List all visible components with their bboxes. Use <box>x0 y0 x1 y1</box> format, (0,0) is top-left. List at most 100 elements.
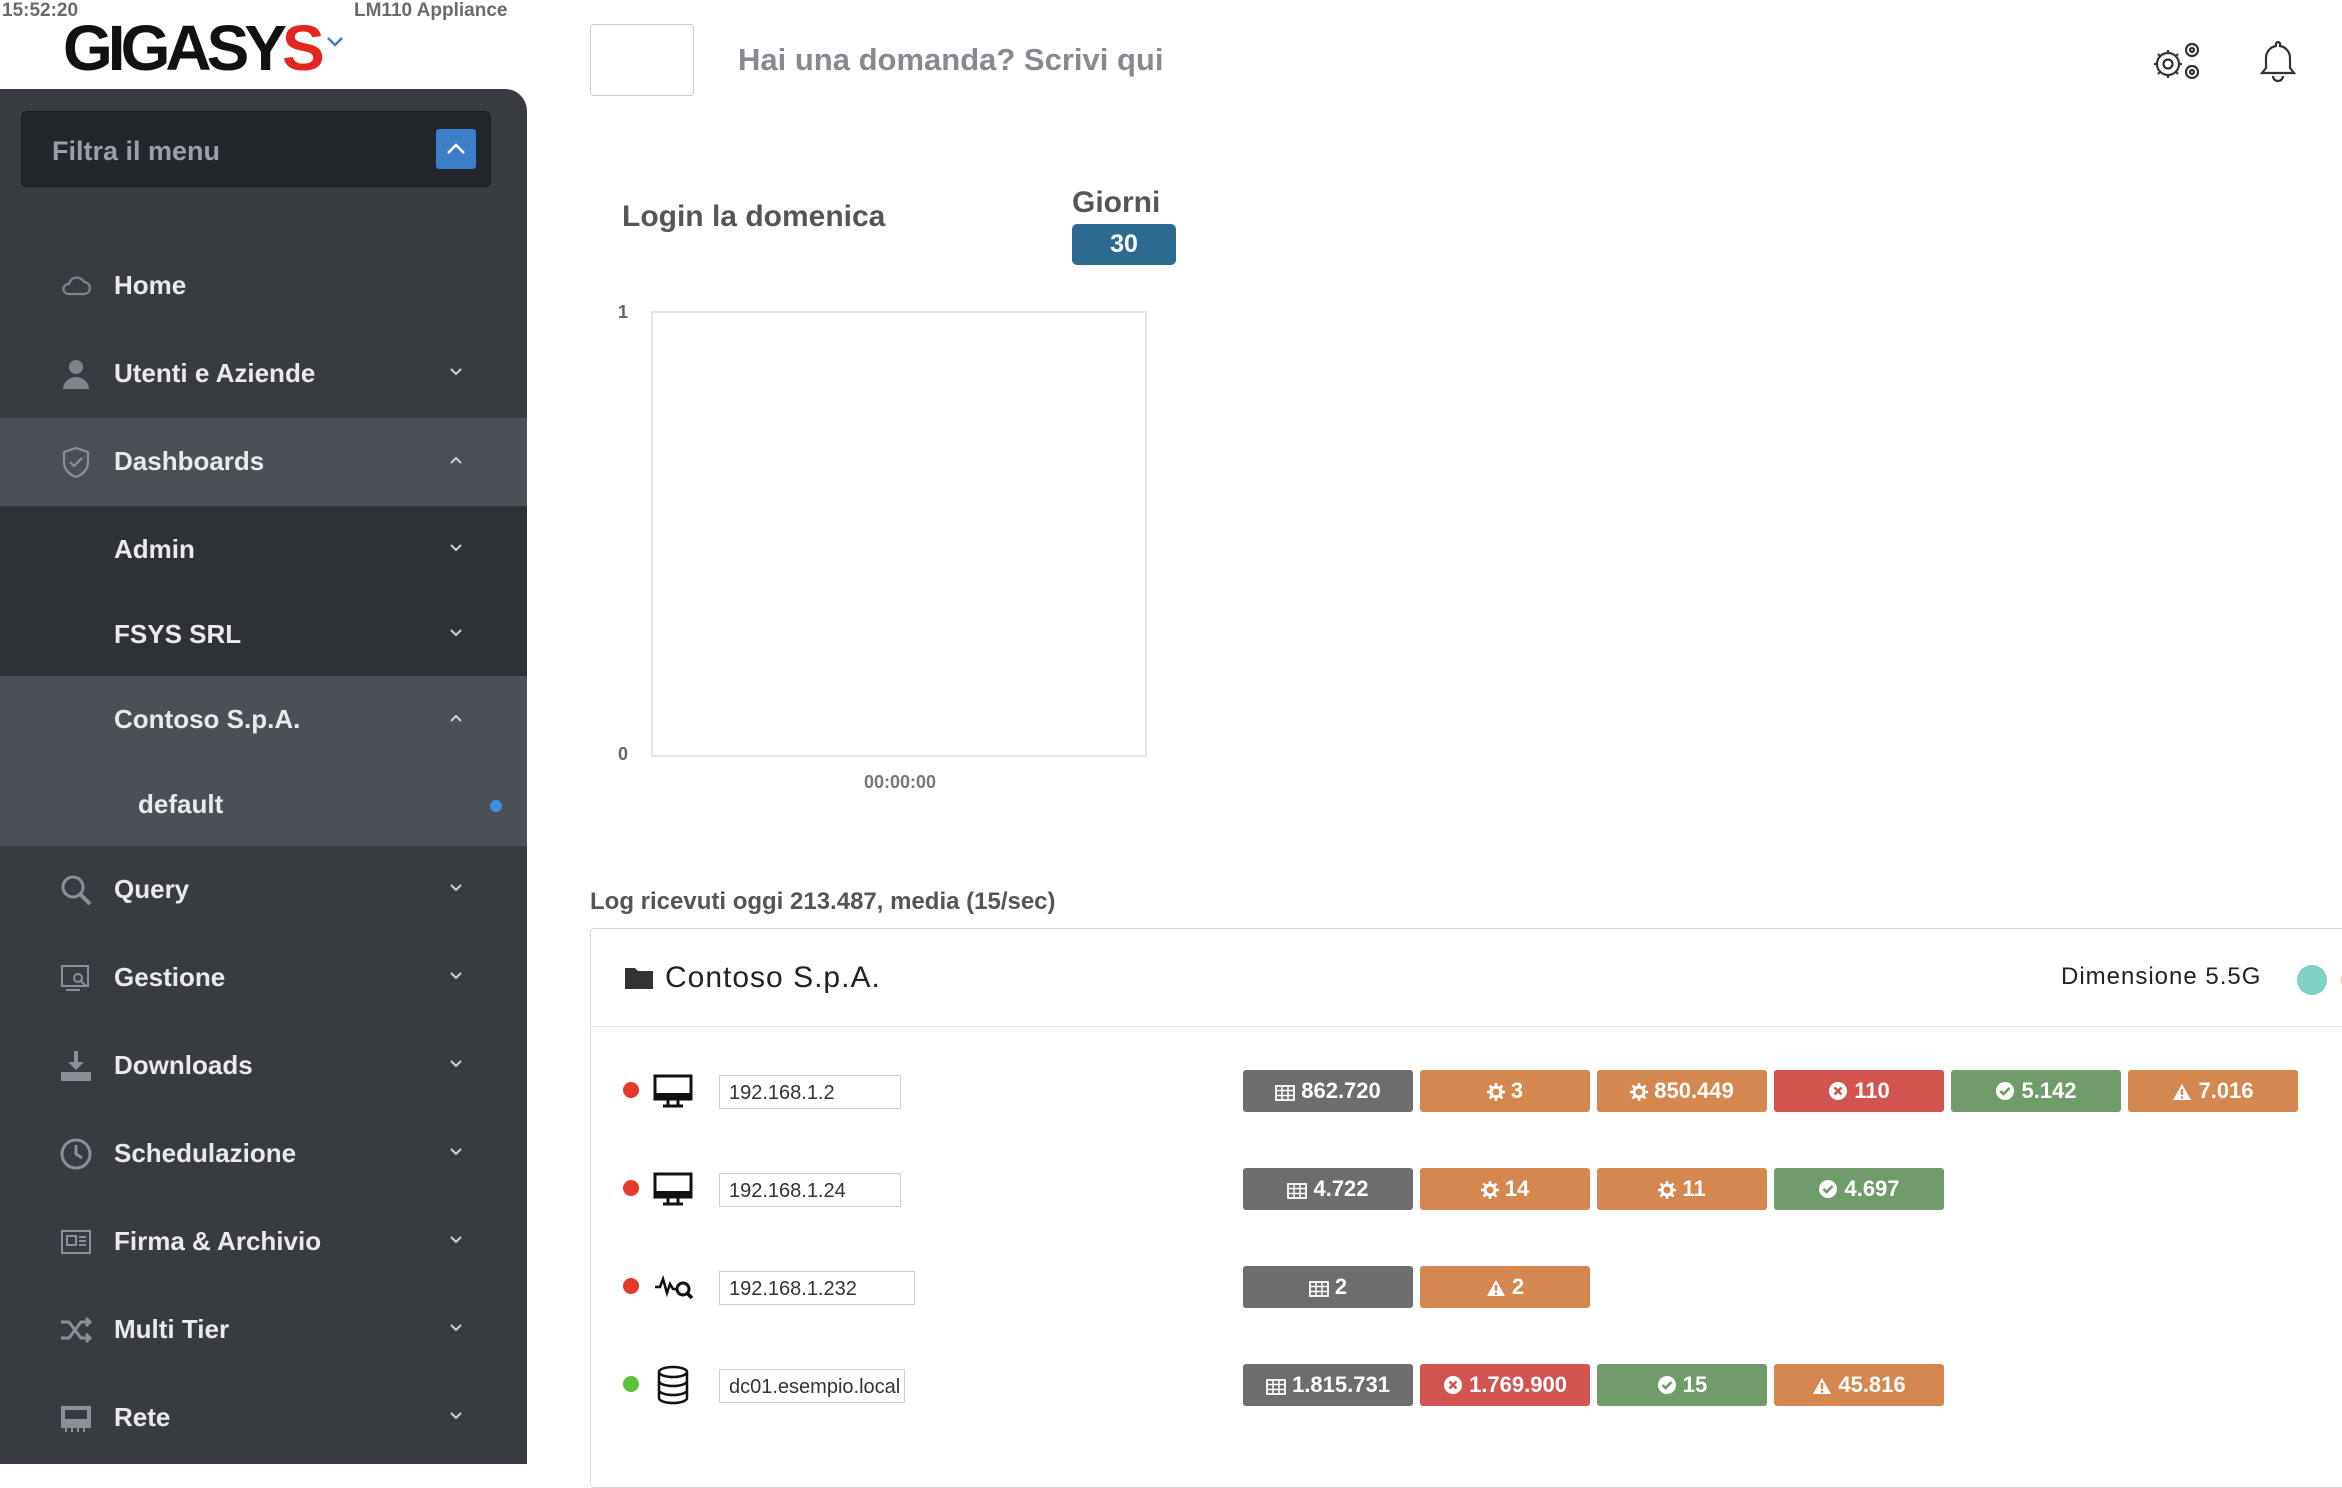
warning-icon <box>2172 1078 2198 1103</box>
y-tick-label: 1 <box>618 302 628 322</box>
log-count-badge[interactable]: 5.142 <box>1951 1070 2121 1112</box>
y-tick-label: 0 <box>618 744 628 764</box>
x-tick-label: 00:00:00 <box>864 772 936 792</box>
host-name-field[interactable]: 192.168.1.232 <box>719 1271 915 1305</box>
badge-value: 862.720 <box>1301 1078 1381 1103</box>
warning-icon <box>1812 1372 1838 1397</box>
host-name-field[interactable]: dc01.esempio.local <box>719 1369 905 1403</box>
sidebar-item-label: default <box>138 789 224 819</box>
company-log-panel: Contoso S.p.A. Dimensione 5.5G 192.168.1… <box>590 928 2342 1488</box>
sidebar-item-rete[interactable]: Rete <box>0 1374 527 1462</box>
desktop-icon <box>653 1071 693 1111</box>
badge-value: 1.769.900 <box>1469 1372 1567 1397</box>
sidebar-item-gestione[interactable]: Gestione <box>0 934 527 1022</box>
help-search-prompt[interactable]: Hai una domanda? Scrivi qui <box>738 42 1163 78</box>
sidebar-item-fsys[interactable]: FSYS SRL <box>0 591 527 676</box>
gear-cluster-icon[interactable] <box>2148 38 2206 84</box>
host-row[interactable]: 192.168.1.232 2 2 <box>591 1263 2342 1323</box>
host-row[interactable]: 192.168.1.24 4.722 14 11 4.697 <box>591 1165 2342 1225</box>
log-count-badge[interactable]: 2 <box>1420 1266 1590 1308</box>
log-summary: Log ricevuti oggi 213.487, media (15/sec… <box>590 888 1056 915</box>
sidebar-item-query[interactable]: Query <box>0 846 527 934</box>
host-row[interactable]: 192.168.1.2 862.720 3 850.449 110 5.142 7.016 <box>591 1067 2342 1127</box>
table-icon <box>1266 1372 1292 1397</box>
chevron-down-icon <box>450 884 462 892</box>
chevron-up-icon <box>450 456 462 464</box>
wave-search-icon <box>653 1267 694 1307</box>
bell-icon[interactable] <box>2256 38 2300 84</box>
plot-area <box>651 311 1147 757</box>
sidebar-item-label: Schedulazione <box>114 1138 297 1168</box>
cloud-icon <box>62 276 92 296</box>
log-count-badge[interactable]: 1.815.731 <box>1243 1364 1413 1406</box>
badge-value: 15 <box>1682 1372 1708 1397</box>
sidebar-item-label: Home <box>114 270 187 300</box>
log-count-badge[interactable]: 45.816 <box>1774 1364 1944 1406</box>
chevron-down-icon[interactable] <box>326 36 344 48</box>
log-count-badge[interactable]: 1.769.900 <box>1420 1364 1590 1406</box>
check-circle-icon <box>1657 1372 1683 1397</box>
active-indicator <box>490 800 502 812</box>
database-icon <box>653 1365 693 1405</box>
sidebar-item-contoso[interactable]: Contoso S.p.A. <box>0 676 527 761</box>
status-dot-teal <box>2297 965 2327 995</box>
panel-company-name: Contoso S.p.A. <box>665 961 881 994</box>
table-icon <box>1308 1274 1335 1299</box>
host-name-field[interactable]: 192.168.1.2 <box>719 1075 901 1109</box>
chevron-down-icon <box>450 544 462 552</box>
log-count-badge[interactable]: 4.697 <box>1774 1168 1944 1210</box>
menu-filter-input[interactable]: Filtra il menu <box>21 111 491 187</box>
badge-value: 7.016 <box>2198 1078 2254 1103</box>
sidebar-item-multitier[interactable]: Multi Tier <box>0 1286 527 1374</box>
sidebar-item-firma[interactable]: Firma & Archivio <box>0 1198 527 1286</box>
host-name-field[interactable]: 192.168.1.24 <box>719 1173 901 1207</box>
log-count-badge[interactable]: 3 <box>1420 1070 1590 1112</box>
collapse-menu-button[interactable] <box>436 129 476 169</box>
shuffle-icon <box>61 1316 93 1344</box>
logo-placeholder-box[interactable] <box>590 24 694 96</box>
sidebar-item-dashboards[interactable]: Dashboards <box>0 418 527 506</box>
log-count-badge[interactable]: 2 <box>1243 1266 1413 1308</box>
host-status-dot <box>623 1278 639 1294</box>
log-count-badge[interactable]: 862.720 <box>1243 1070 1413 1112</box>
cog-icon <box>1480 1176 1505 1201</box>
host-status-dot <box>623 1082 639 1098</box>
sidebar-item-label: Multi Tier <box>114 1314 230 1344</box>
sidebar-item-label: Downloads <box>114 1050 253 1080</box>
x-circle-icon <box>1828 1078 1854 1103</box>
chevron-down-icon <box>450 1060 462 1068</box>
log-count-badge[interactable]: 4.722 <box>1243 1168 1413 1210</box>
sidebar-item-admin[interactable]: Admin <box>0 506 527 591</box>
cog-icon <box>1486 1078 1511 1103</box>
sidebar-item-utenti[interactable]: Utenti e Aziende <box>0 330 527 418</box>
log-count-badge[interactable]: 7.016 <box>2128 1070 2298 1112</box>
log-count-badge[interactable]: 14 <box>1420 1168 1590 1210</box>
network-card-icon <box>61 1406 91 1432</box>
log-count-badge[interactable]: 15 <box>1597 1364 1767 1406</box>
badge-value: 1.815.731 <box>1292 1372 1390 1397</box>
sidebar-item-home[interactable]: Home <box>0 242 527 330</box>
badge-value: 2 <box>1334 1274 1348 1299</box>
log-count-badge[interactable]: 110 <box>1774 1070 1944 1112</box>
log-count-badge[interactable]: 850.449 <box>1597 1070 1767 1112</box>
gigasys-logo[interactable]: GIGASYS <box>63 16 325 80</box>
monitor-search-icon <box>61 965 89 991</box>
sidebar-item-label: Gestione <box>114 962 226 992</box>
user-icon <box>63 360 89 389</box>
search-icon <box>61 875 92 906</box>
days-badge[interactable]: 30 <box>1072 224 1176 265</box>
sidebar-item-default[interactable]: default <box>0 761 527 846</box>
chevron-down-icon <box>450 1236 462 1244</box>
logo-text-accent: S <box>281 12 325 84</box>
chevron-down-icon <box>450 368 462 376</box>
sidebar-item-label: Contoso S.p.A. <box>114 704 301 734</box>
login-chart: 1 0 00:00:00 <box>618 302 1147 792</box>
host-row[interactable]: dc01.esempio.local 1.815.731 1.769.900 15 45… <box>591 1361 2342 1421</box>
badge-value: 2 <box>1511 1274 1525 1299</box>
badge-value: 45.816 <box>1838 1372 1906 1397</box>
log-count-badge[interactable]: 11 <box>1597 1168 1767 1210</box>
clock-icon <box>60 1138 92 1170</box>
sidebar-item-schedulazione[interactable]: Schedulazione <box>0 1110 527 1198</box>
sidebar-item-label: Rete <box>114 1402 171 1432</box>
sidebar-item-downloads[interactable]: Downloads <box>0 1022 527 1110</box>
